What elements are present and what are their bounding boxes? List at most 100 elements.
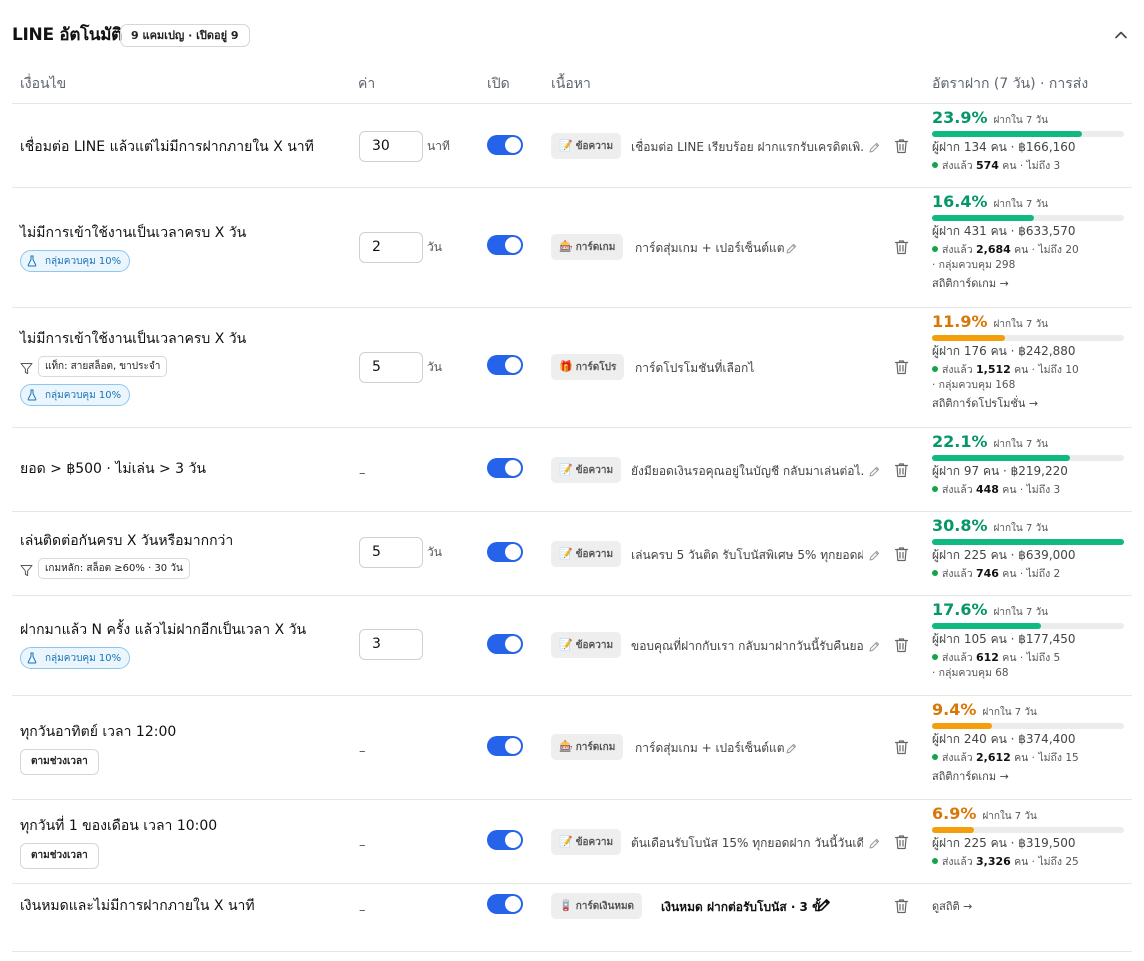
status-dot	[932, 486, 938, 492]
deposit-rate-fill	[932, 539, 1124, 545]
content-type-chip[interactable]: 📝 ข้อความ	[551, 133, 622, 159]
content-type-chip[interactable]: 📝 ข้อความ	[551, 541, 622, 567]
content-preview: การ์ดสุ่มเกม + เปอร์เซ็นต์แตก	[635, 741, 785, 755]
deposit-rate: 22.1%	[932, 432, 988, 451]
memo-icon: 📝	[559, 638, 573, 651]
enabled-toggle[interactable]	[487, 542, 523, 562]
content-type-chip[interactable]: 🪫 การ์ดเงินหมด	[551, 893, 643, 919]
delete-trash-icon[interactable]	[894, 239, 909, 255]
value-input[interactable]: 30	[359, 131, 423, 162]
zero-balance-icon: 🪫	[559, 899, 573, 912]
delete-trash-icon[interactable]	[894, 546, 909, 562]
edit-pencil-icon[interactable]	[868, 139, 881, 153]
value-input[interactable]: 5	[359, 537, 423, 568]
delete-trash-icon[interactable]	[894, 898, 909, 914]
enabled-toggle[interactable]	[487, 634, 523, 654]
toggle-knob	[505, 357, 521, 373]
edit-pencil-icon[interactable]	[785, 740, 798, 754]
enabled-toggle[interactable]	[487, 830, 523, 850]
content-type-chip[interactable]: 📝 ข้อความ	[551, 457, 622, 483]
table-row: ไม่มีการเข้าใช้งานเป็นเวลาครบ X วัน แท็ก:…	[12, 308, 1132, 428]
toggle-knob	[505, 237, 521, 253]
edit-pencil-icon[interactable]	[868, 463, 881, 477]
stats-link[interactable]: สถิติการ์ดโปรโมชั่น →	[932, 396, 1132, 411]
column-header-content: เนื้อหา	[551, 76, 591, 92]
sent-summary: ส่งแล้ว 448 คน · ไม่ถึง 3	[932, 482, 1132, 498]
content-type-label: ข้อความ	[575, 640, 614, 651]
enabled-toggle[interactable]	[487, 355, 523, 375]
sent-count: 448	[975, 483, 999, 496]
value-input[interactable]: 2	[359, 232, 423, 263]
depositor-summary: ผู้ฝาก 240 คน · ฿374,400	[932, 732, 1076, 746]
condition-cell: เงินหมดและไม่มีการฝากภายใน X นาที	[20, 897, 350, 915]
memo-icon: 📝	[559, 463, 573, 476]
edit-pencil-icon[interactable]	[868, 638, 881, 652]
value-unit: วัน	[427, 240, 442, 254]
slot-machine-icon: 🎰	[559, 240, 573, 253]
enabled-toggle[interactable]	[487, 736, 523, 756]
edit-pencil-icon[interactable]	[785, 240, 798, 254]
chevron-up-icon[interactable]	[1114, 28, 1128, 42]
status-dot	[932, 162, 938, 168]
toggle-knob	[505, 137, 521, 153]
table-row: เล่นติดต่อกันครบ X วันหรือมากกว่า เกมหลัก…	[12, 512, 1132, 596]
status-dot	[932, 570, 938, 576]
control-group-label: กลุ่มควบคุม 10%	[45, 652, 122, 664]
value-input[interactable]: 5	[359, 352, 423, 383]
enabled-toggle[interactable]	[487, 458, 523, 478]
memo-icon: 📝	[559, 835, 573, 848]
stats-cell: 11.9% ฝากใน 7 วัน ผู้ฝาก 176 คน · ฿242,88…	[932, 312, 1132, 411]
flask-icon	[27, 652, 41, 664]
sent-unit: คน	[1014, 856, 1029, 868]
content-preview: ขอบคุณที่ฝากกับเรา กลับมาฝากวันนี้รับคืน…	[631, 639, 863, 653]
toggle-knob	[505, 832, 521, 848]
deposit-rate: 17.6%	[932, 600, 988, 619]
not-reached-count: · ไม่ถึง 20	[1031, 244, 1079, 256]
edit-pencil-icon[interactable]	[868, 547, 881, 561]
content-type-chip[interactable]: 📝 ข้อความ	[551, 632, 622, 658]
column-header-enabled: เปิด	[487, 76, 510, 92]
table-row: ทุกวันอาทิตย์ เวลา 12:00 ตามช่วงเวลา – 🎰 กา…	[12, 696, 1132, 800]
deposit-rate-bar	[932, 623, 1124, 629]
slot-machine-icon: 🎰	[559, 740, 573, 753]
delete-trash-icon[interactable]	[894, 138, 909, 154]
delete-trash-icon[interactable]	[894, 739, 909, 755]
sent-unit: คน	[1002, 484, 1017, 496]
enabled-toggle[interactable]	[487, 894, 523, 914]
value-empty: –	[359, 744, 366, 759]
control-group-label: กลุ่มควบคุม 10%	[45, 389, 122, 401]
deposit-rate-bar	[932, 539, 1124, 545]
sent-label: ส่งแล้ว	[942, 652, 973, 664]
content-preview: ต้นเดือนรับโบนัส 15% ทุกยอดฝาก วันนี้วัน…	[631, 836, 863, 850]
content-type-chip[interactable]: 🎰 การ์ดเกม	[551, 734, 624, 760]
not-reached-count: · ไม่ถึง 5	[1019, 652, 1061, 664]
sent-count: 746	[975, 567, 999, 580]
column-header-condition: เงื่อนไข	[20, 76, 67, 92]
stats-link[interactable]: ดูสถิติ →	[932, 899, 1132, 914]
stats-link[interactable]: สถิติการ์ดเกม →	[932, 769, 1132, 784]
condition-text: เชื่อมต่อ LINE แล้วแต่ไม่มีการฝากภายใน X…	[20, 139, 314, 155]
enabled-toggle[interactable]	[487, 135, 523, 155]
delete-trash-icon[interactable]	[894, 462, 909, 478]
value-unit: นาที	[427, 139, 450, 153]
stats-cell: 30.8% ฝากใน 7 วัน ผู้ฝาก 225 คน · ฿639,00…	[932, 516, 1132, 582]
stats-link[interactable]: สถิติการ์ดเกม →	[932, 276, 1132, 291]
delete-trash-icon[interactable]	[894, 359, 909, 375]
deposit-rate-fill	[932, 827, 975, 833]
deposit-rate-label: ฝากใน 7 วัน	[993, 439, 1048, 450]
depositor-summary: ผู้ฝาก 97 คน · ฿219,220	[932, 464, 1068, 478]
delete-trash-icon[interactable]	[894, 834, 909, 850]
sent-count: 3,326	[975, 855, 1011, 868]
edit-pencil-icon[interactable]	[868, 835, 881, 849]
enabled-toggle[interactable]	[487, 235, 523, 255]
delete-trash-icon[interactable]	[894, 637, 909, 653]
content-type-chip[interactable]: 📝 ข้อความ	[551, 829, 622, 855]
content-type-chip[interactable]: 🎁 การ์ดโปร	[551, 354, 625, 380]
content-type-chip[interactable]: 🎰 การ์ดเกม	[551, 234, 624, 260]
stats-cell: 16.4% ฝากใน 7 วัน ผู้ฝาก 431 คน · ฿633,57…	[932, 192, 1132, 291]
edit-pencil-icon[interactable]	[816, 897, 830, 912]
control-group-count: · กลุ่มควบคุม 298	[932, 259, 1016, 271]
deposit-rate-label: ฝากใน 7 วัน	[982, 811, 1037, 822]
value-input[interactable]: 3	[359, 629, 423, 660]
segment-tag: เกมหลัก: สล็อต ≥60% · 30 วัน	[38, 558, 190, 579]
